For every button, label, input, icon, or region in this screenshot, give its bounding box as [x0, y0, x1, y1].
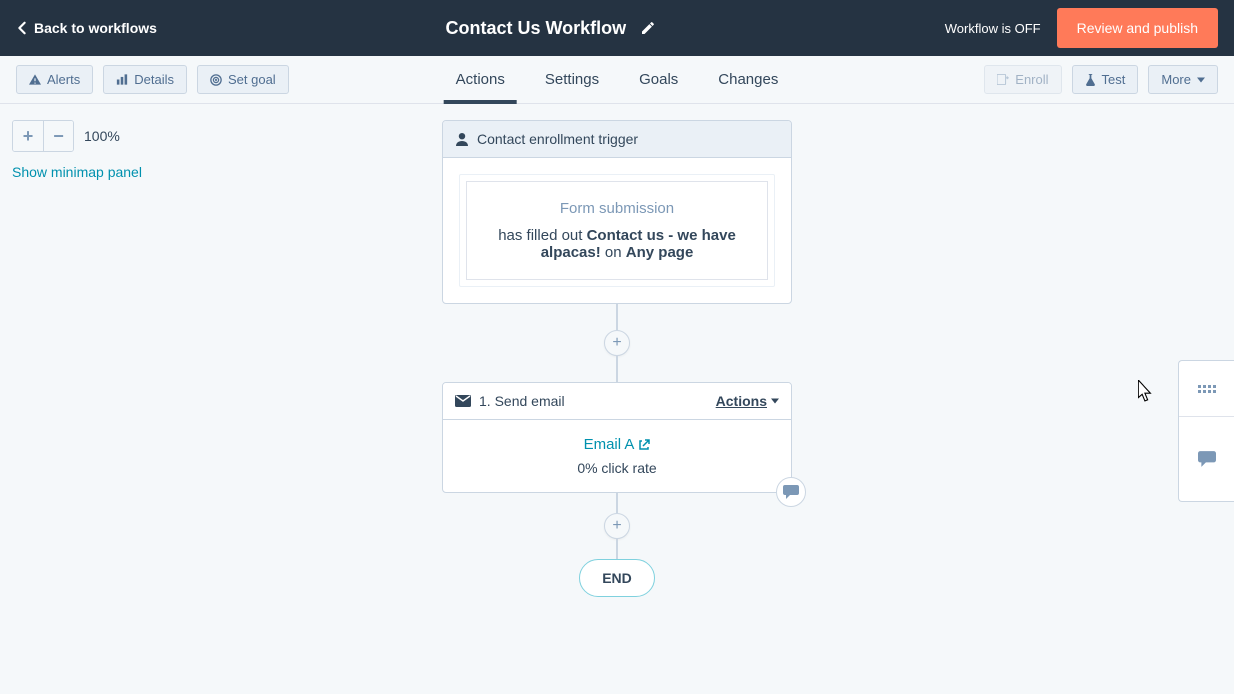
caret-down-icon: [771, 398, 779, 404]
email-metric: 0% click rate: [459, 460, 775, 476]
review-publish-button[interactable]: Review and publish: [1057, 8, 1218, 48]
trigger-condition: Form submission has filled out Contact u…: [466, 181, 768, 280]
email-name: Email A: [584, 436, 635, 453]
target-icon: [210, 74, 222, 86]
tabs: Actions Settings Goals Changes: [456, 56, 779, 103]
back-label: Back to workflows: [34, 20, 157, 36]
test-label: Test: [1102, 72, 1126, 87]
top-header: Back to workflows Contact Us Workflow Wo…: [0, 0, 1234, 56]
enroll-icon: [997, 74, 1009, 85]
goal-label: Set goal: [228, 72, 276, 87]
alerts-label: Alerts: [47, 72, 80, 87]
workflow-status: Workflow is OFF: [945, 21, 1041, 36]
contact-icon: [455, 132, 469, 146]
details-button[interactable]: Details: [103, 65, 187, 94]
flask-icon: [1085, 74, 1096, 86]
tab-settings[interactable]: Settings: [545, 56, 599, 103]
right-side-panel: [1178, 360, 1234, 502]
tab-goals[interactable]: Goals: [639, 56, 678, 103]
pencil-icon[interactable]: [640, 20, 656, 36]
sub-toolbar: Alerts Details Set goal Actions Settings…: [0, 56, 1234, 104]
trigger-head-label: Contact enrollment trigger: [477, 131, 638, 147]
more-label: More: [1161, 72, 1191, 87]
workflow-title: Contact Us Workflow: [446, 18, 627, 39]
topbar-right: Workflow is OFF Review and publish: [945, 8, 1218, 48]
comment-button[interactable]: [776, 477, 806, 507]
workflow-canvas: Contact enrollment trigger Form submissi…: [0, 120, 1234, 694]
minimap-toggle-button[interactable]: [1179, 361, 1234, 416]
enroll-label: Enroll: [1015, 72, 1048, 87]
step-actions-label: Actions: [716, 393, 767, 409]
tab-changes[interactable]: Changes: [718, 56, 778, 103]
trigger-card[interactable]: Contact enrollment trigger Form submissi…: [442, 120, 792, 304]
end-node: END: [579, 559, 655, 597]
email-step-card[interactable]: 1. Send email Actions Email A 0% click r…: [442, 382, 792, 493]
enroll-button: Enroll: [984, 65, 1061, 94]
comment-icon: [783, 485, 799, 499]
email-step-head: 1. Send email: [479, 393, 565, 409]
grid-icon: [1198, 384, 1216, 394]
details-label: Details: [134, 72, 174, 87]
comment-icon: [1198, 451, 1216, 467]
external-link-icon: [638, 439, 650, 451]
more-button[interactable]: More: [1148, 65, 1218, 94]
workflow-title-area: Contact Us Workflow: [446, 18, 657, 39]
tab-actions[interactable]: Actions: [456, 56, 505, 103]
bar-chart-icon: [116, 74, 128, 85]
back-to-workflows-link[interactable]: Back to workflows: [16, 20, 157, 36]
alerts-button[interactable]: Alerts: [16, 65, 93, 94]
email-link[interactable]: Email A: [584, 436, 651, 453]
trigger-page: Any page: [626, 244, 694, 261]
add-step-button-1[interactable]: +: [604, 330, 630, 356]
caret-down-icon: [1197, 77, 1205, 83]
chevron-left-icon: [16, 21, 28, 35]
warning-icon: [29, 74, 41, 85]
trigger-text-mid: on: [601, 244, 626, 261]
set-goal-button[interactable]: Set goal: [197, 65, 289, 94]
envelope-icon: [455, 395, 471, 407]
comments-panel-button[interactable]: [1179, 416, 1234, 501]
step-actions-dropdown[interactable]: Actions: [716, 393, 779, 409]
trigger-text-pre: has filled out: [498, 227, 586, 244]
trigger-type-label: Form submission: [481, 200, 753, 217]
add-step-button-2[interactable]: +: [604, 513, 630, 539]
test-button[interactable]: Test: [1072, 65, 1139, 94]
